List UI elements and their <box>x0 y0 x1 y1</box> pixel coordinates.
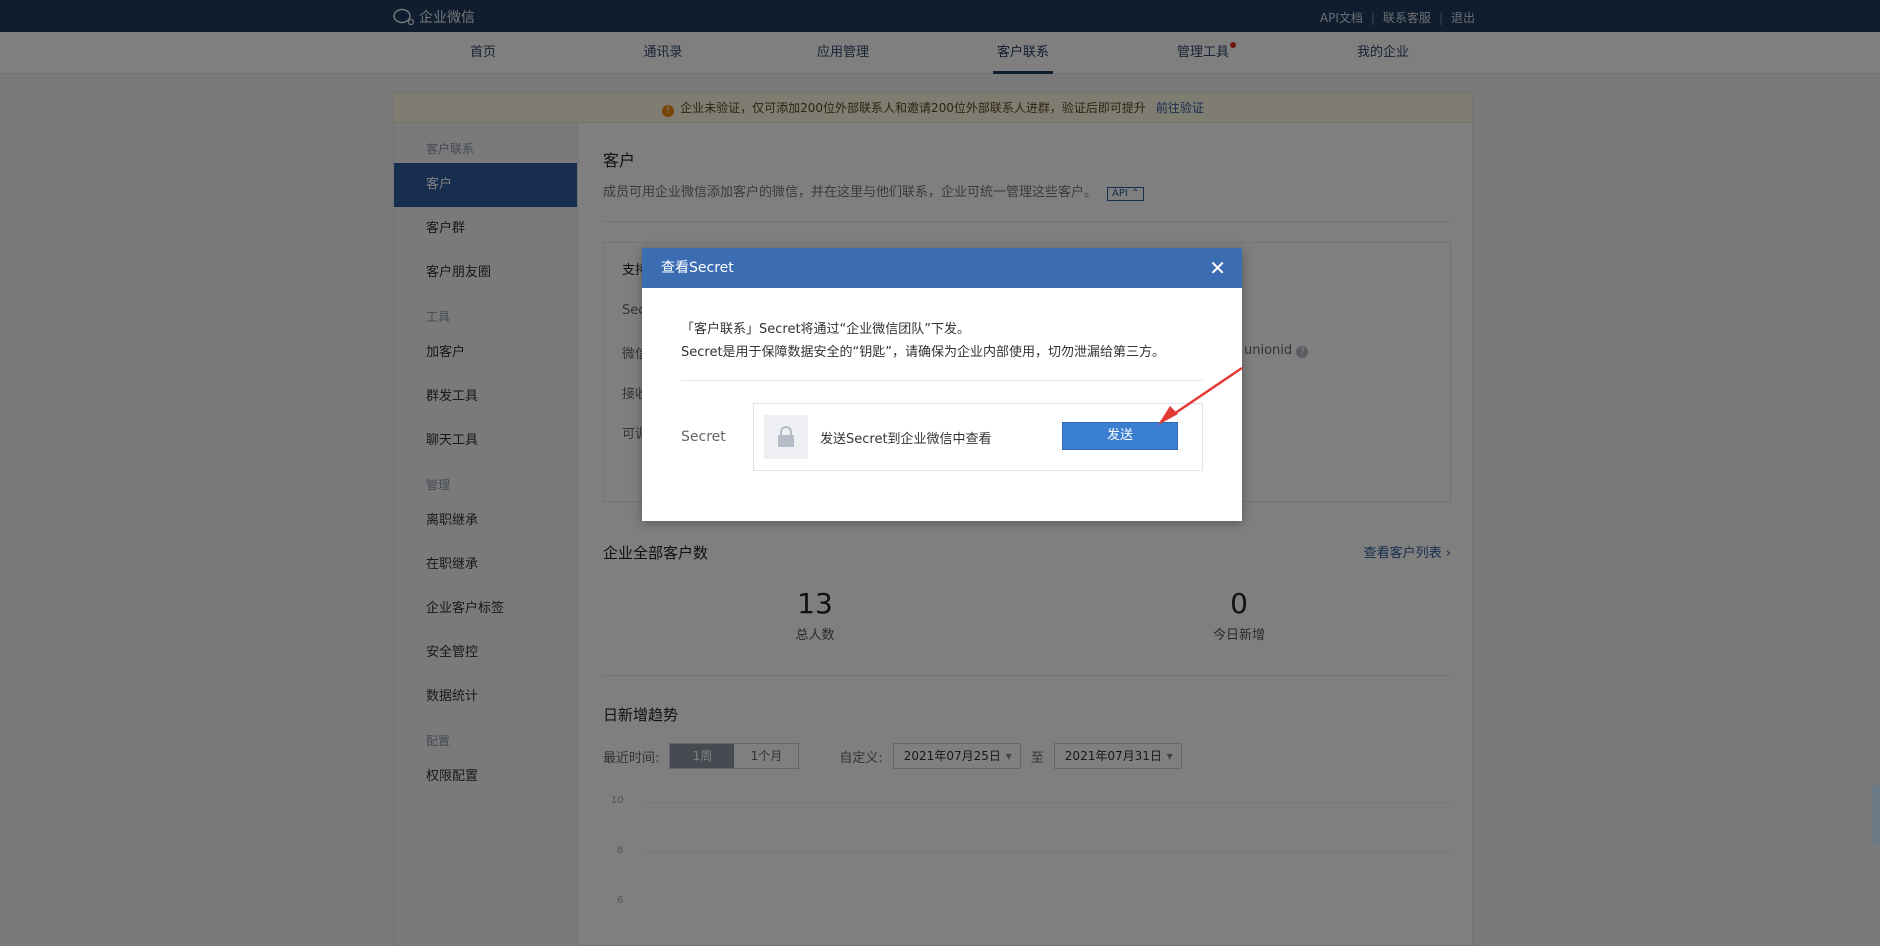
red-arrow-annotation <box>1158 366 1243 425</box>
close-icon[interactable]: ✕ <box>1209 248 1226 288</box>
secret-box: 发送Secret到企业微信中查看 发送 <box>753 403 1203 471</box>
secret-label: Secret <box>681 429 726 445</box>
secret-row: Secret 发送Secret到企业微信中查看 发送 <box>681 403 1203 471</box>
dialog-line-1: 「客户联系」Secret将通过“企业微信团队”下发。 <box>681 322 971 337</box>
dialog-header: 查看Secret ✕ <box>642 248 1242 288</box>
dialog-message: 「客户联系」Secret将通过“企业微信团队”下发。 Secret是用于保障数据… <box>642 288 1242 364</box>
dialog-title: 查看Secret <box>661 260 734 276</box>
side-scroll-handle[interactable] <box>1872 785 1880 845</box>
lock-icon <box>764 415 808 459</box>
dialog-divider <box>681 380 1203 381</box>
secret-hint: 发送Secret到企业微信中查看 <box>820 431 992 447</box>
dialog-line-2: Secret是用于保障数据安全的“钥匙”，请确保为企业内部使用，切勿泄漏给第三方… <box>681 345 1166 360</box>
